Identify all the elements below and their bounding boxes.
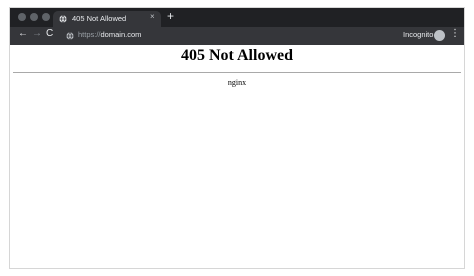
page-content: 405 Not Allowed nginx <box>10 45 464 268</box>
browser-tab[interactable]: 405 Not Allowed × <box>53 11 161 27</box>
tab-close-icon[interactable]: × <box>150 13 155 21</box>
minimize-window-button[interactable] <box>30 13 38 21</box>
divider <box>13 72 461 73</box>
more-menu-icon[interactable]: ⋮ <box>450 29 460 39</box>
server-signature: nginx <box>227 78 247 87</box>
browser-toolbar: ← → C https://domain.com Incognito ⋮ <box>10 27 464 45</box>
url-host: domain.com <box>100 30 142 39</box>
close-window-button[interactable] <box>18 13 26 21</box>
forward-button[interactable]: → <box>32 29 42 39</box>
address-bar[interactable]: https://domain.com <box>78 30 141 39</box>
back-button[interactable]: ← <box>18 29 28 39</box>
reload-button[interactable]: C <box>46 29 53 39</box>
incognito-label: Incognito <box>403 30 434 39</box>
globe-icon <box>59 15 67 23</box>
title-bar: 405 Not Allowed × + <box>10 8 464 27</box>
site-info-icon[interactable] <box>66 32 74 40</box>
error-heading: 405 Not Allowed <box>181 47 293 64</box>
maximize-window-button[interactable] <box>42 13 50 21</box>
tab-title: 405 Not Allowed <box>72 14 127 23</box>
new-tab-button[interactable]: + <box>167 10 174 22</box>
incognito-icon[interactable] <box>434 30 445 41</box>
browser-window: 405 Not Allowed × + ← → C https://domain… <box>9 7 465 269</box>
url-scheme: https:// <box>78 30 101 39</box>
